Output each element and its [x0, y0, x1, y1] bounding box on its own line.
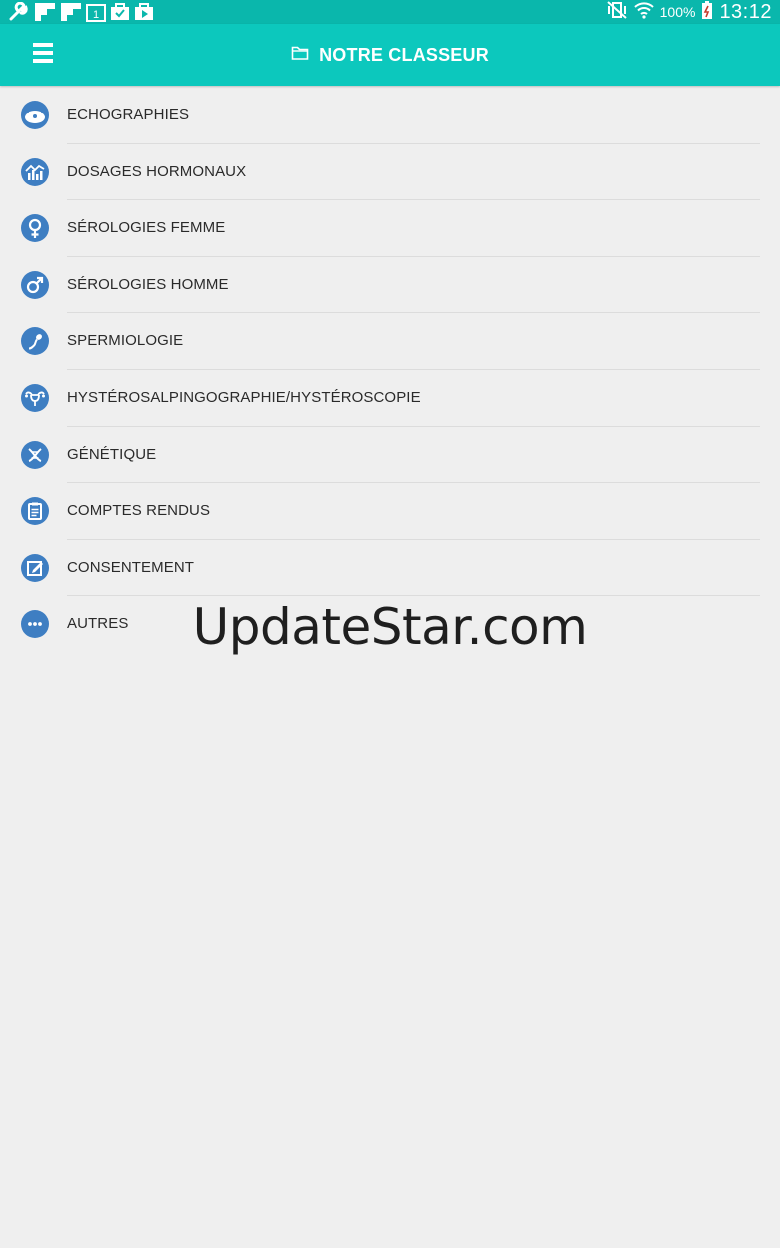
- calendar-icon: 1: [86, 2, 106, 22]
- flipboard-icon: [60, 2, 82, 22]
- list-item-genetique[interactable]: GÉNÉTIQUE: [0, 427, 780, 484]
- menu-button[interactable]: [24, 36, 62, 74]
- list-item-dosages-hormonaux[interactable]: DOSAGES HORMONAUX: [0, 144, 780, 201]
- svg-text:1: 1: [93, 9, 99, 21]
- flipboard-icon: [34, 2, 56, 22]
- watermark: UpdateStar.com: [192, 598, 588, 656]
- list-item-label: CONSENTEMENT: [67, 558, 195, 576]
- clock: 13:12: [719, 0, 772, 23]
- uterus-icon: [21, 383, 49, 412]
- male-icon: [21, 270, 49, 299]
- chart-icon: [21, 157, 49, 186]
- list-item-label: DOSAGES HORMONAUX: [67, 162, 247, 180]
- hamburger-menu-icon: [33, 42, 53, 69]
- list-item-label: GÉNÉTIQUE: [67, 445, 157, 463]
- list-item-label: SÉROLOGIES HOMME: [67, 275, 229, 293]
- binder-list: ECHOGRAPHIES DOSAGES HORMONAUX SÉROLOGIE…: [0, 87, 780, 653]
- notification-icons: 1: [0, 0, 154, 24]
- female-icon: [21, 214, 49, 243]
- clipboard-icon: [21, 497, 49, 526]
- list-item-label: ECHOGRAPHIES: [67, 106, 190, 123]
- vibrate-off-icon: [606, 0, 628, 24]
- list-item-consentement[interactable]: CONSENTEMENT: [0, 540, 780, 597]
- edit-icon: [21, 553, 49, 582]
- list-item-comptes-rendus[interactable]: COMPTES RENDUS: [0, 483, 780, 540]
- wrench-icon: [8, 2, 30, 22]
- status-bar: 1 100% 13:12: [0, 0, 780, 24]
- list-item-label: SPERMIOLOGIE: [67, 332, 184, 350]
- list-item-label: SÉROLOGIES FEMME: [67, 219, 226, 237]
- folder-icon: [291, 45, 309, 66]
- list-item-serologies-femme[interactable]: SÉROLOGIES FEMME: [0, 200, 780, 257]
- sperm-icon: [21, 327, 49, 356]
- battery-percent: 100%: [659, 4, 696, 20]
- list-item-hysterosalpingographie[interactable]: HYSTÉROSALPINGOGRAPHIE/HYSTÉROSCOPIE: [0, 370, 780, 427]
- list-item-spermiologie[interactable]: SPERMIOLOGIE: [0, 313, 780, 370]
- wifi-icon: [633, 1, 654, 24]
- ultrasound-icon: [21, 101, 49, 129]
- app-bar: NOTRE CLASSEUR: [0, 24, 780, 86]
- list-item-label: HYSTÉROSALPINGOGRAPHIE/HYSTÉROSCOPIE: [67, 388, 421, 406]
- dna-icon: [21, 440, 49, 469]
- briefcase-play-icon: [134, 2, 154, 22]
- briefcase-check-icon: [110, 2, 130, 22]
- list-item-label: COMPTES RENDUS: [67, 502, 211, 520]
- list-item-echographies[interactable]: ECHOGRAPHIES: [0, 87, 780, 144]
- list-item-serologies-homme[interactable]: SÉROLOGIES HOMME: [0, 257, 780, 314]
- battery-icon: [701, 0, 713, 25]
- page-title: NOTRE CLASSEUR: [319, 44, 489, 65]
